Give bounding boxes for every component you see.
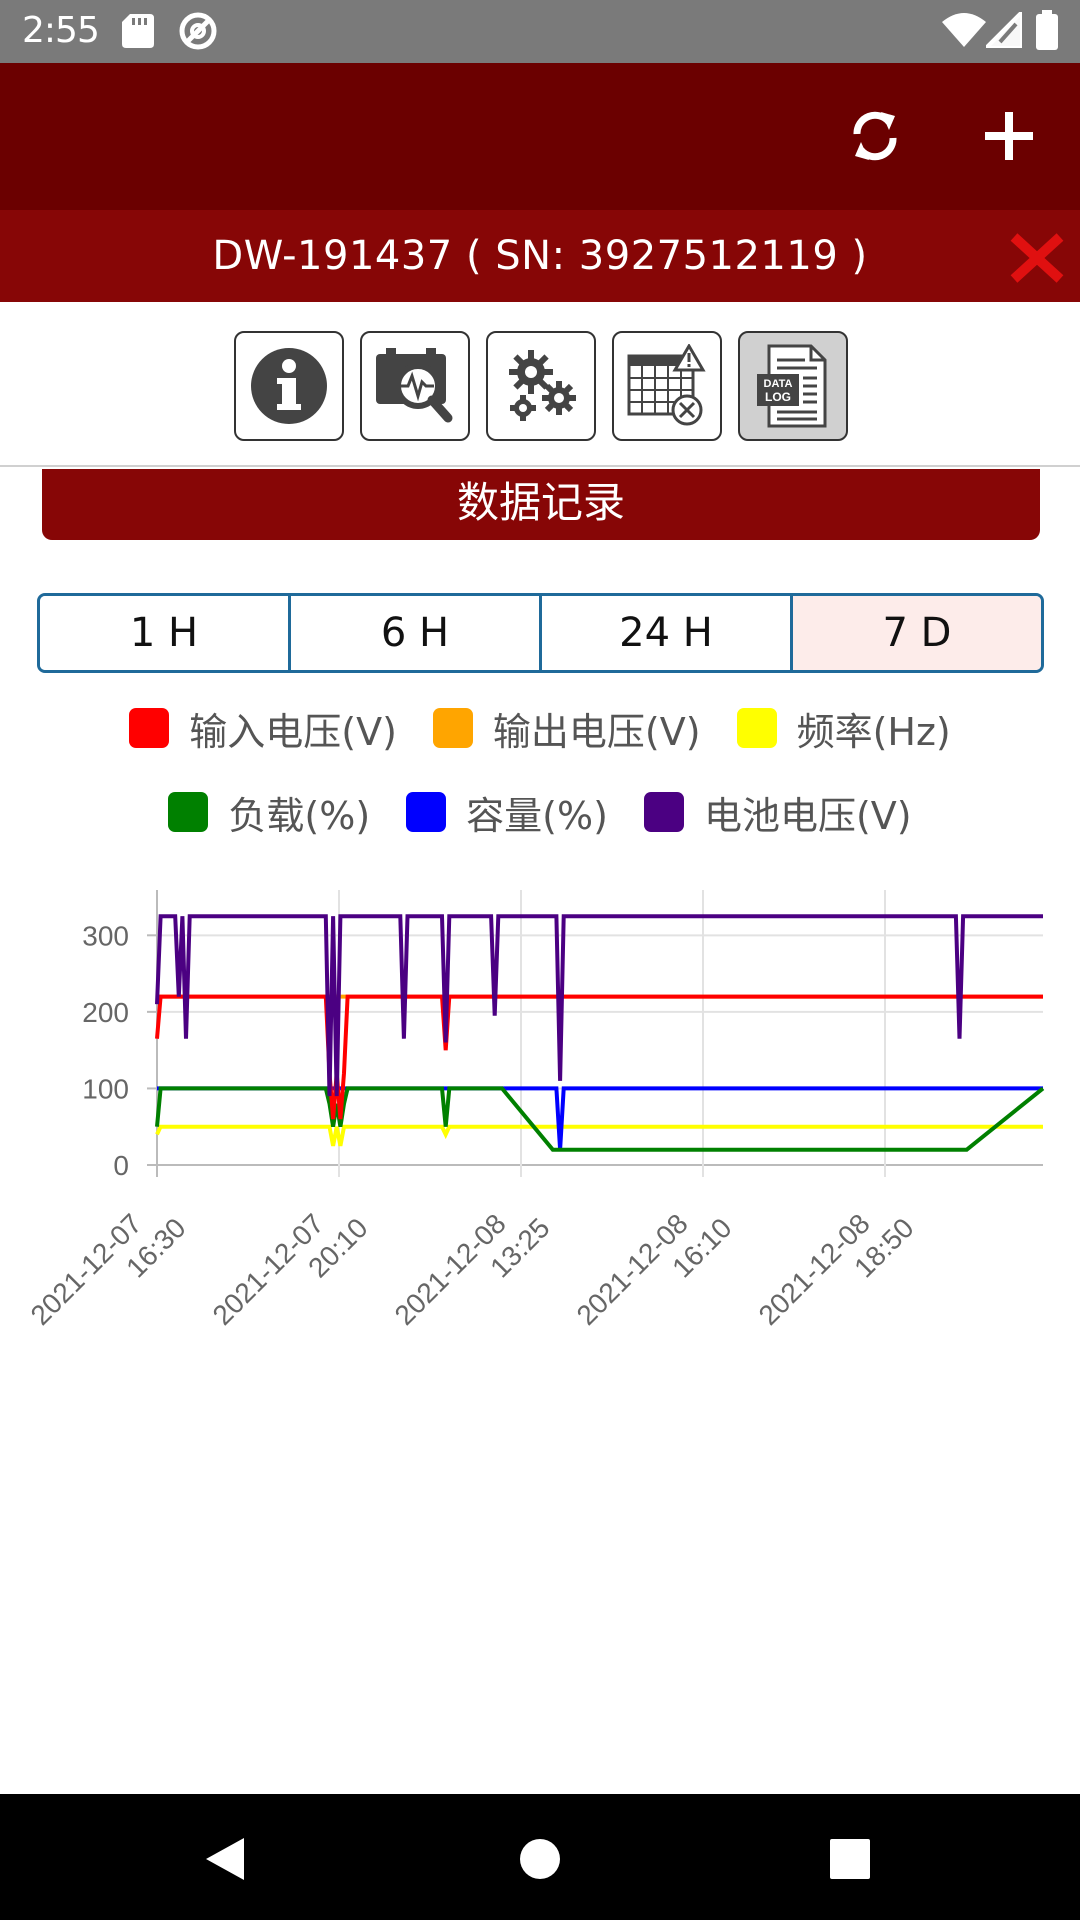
data-log-badge-line2: LOG xyxy=(765,390,791,404)
recents-button[interactable] xyxy=(815,1824,885,1894)
x-tick-label: 2021-12-0818:50 xyxy=(753,1188,920,1350)
series-line-4 xyxy=(157,1086,1043,1150)
y-tick-label: 100 xyxy=(82,1073,129,1104)
refresh-button[interactable] xyxy=(827,88,923,184)
legend-swatch xyxy=(432,708,473,748)
legend-item-output-voltage[interactable]: 输出电压(V) xyxy=(432,700,701,756)
legend-item-capacity[interactable]: 容量(%) xyxy=(406,784,608,840)
y-tick-label: 300 xyxy=(82,920,129,951)
monitor-button[interactable] xyxy=(360,331,470,441)
recents-icon xyxy=(830,1839,870,1879)
home-icon xyxy=(520,1839,560,1879)
legend-swatch xyxy=(406,792,447,832)
system-nav-bar xyxy=(0,1794,1080,1920)
schedule-button[interactable] xyxy=(612,331,722,441)
add-icon xyxy=(985,112,1033,160)
close-device-button[interactable] xyxy=(1006,230,1068,286)
info-icon xyxy=(251,348,327,424)
battery-icon xyxy=(1036,10,1058,54)
refresh-icon xyxy=(853,111,897,161)
y-tick-label: 0 xyxy=(113,1150,129,1181)
series-line-5 xyxy=(155,914,1043,1097)
home-button[interactable] xyxy=(505,1824,575,1894)
x-tick-label: 2021-12-0716:30 xyxy=(25,1188,192,1350)
settings-button[interactable] xyxy=(486,331,596,441)
tab-6h[interactable]: 6 H xyxy=(291,596,542,670)
monitor-search-icon xyxy=(376,348,453,423)
legend-item-input-voltage[interactable]: 输入电压(V) xyxy=(129,700,397,756)
chart-legend-row-2: 负载(%) 容量(%) 电池电压(V) xyxy=(0,784,1080,840)
data-log-button[interactable]: DATA LOG xyxy=(738,331,848,441)
legend-swatch xyxy=(129,708,170,748)
legend-swatch xyxy=(643,792,684,832)
status-bar: 2:55 xyxy=(0,0,1080,63)
x-tick-label: 2021-12-0813:25 xyxy=(389,1188,556,1350)
data-log-icon: DATA LOG xyxy=(757,344,827,428)
x-tick-label: 2021-12-0720:10 xyxy=(207,1188,374,1350)
chart-legend-row-1: 输入电压(V) 输出电压(V) 频率(Hz) xyxy=(0,700,1080,756)
sd-card-icon xyxy=(122,14,154,52)
schedule-calendar-icon xyxy=(627,344,706,426)
x-tick-label: 2021-12-0816:10 xyxy=(571,1188,738,1350)
series-line-2 xyxy=(155,1124,1043,1147)
wifi-icon xyxy=(942,12,986,52)
section-title: 数据记录 xyxy=(42,469,1040,540)
device-title: DW-191437 ( SN: 3927512119 ) xyxy=(212,233,868,279)
legend-label: 容量(%) xyxy=(466,793,608,838)
legend-label: 输入电压(V) xyxy=(189,709,397,754)
legend-label: 输出电压(V) xyxy=(492,709,701,754)
at-sign-icon xyxy=(178,11,218,55)
legend-item-frequency[interactable]: 频率(Hz) xyxy=(736,700,951,756)
legend-item-battery-voltage[interactable]: 电池电压(V) xyxy=(643,784,912,840)
tab-1h[interactable]: 1 H xyxy=(40,596,291,670)
legend-label: 负载(%) xyxy=(228,793,371,838)
legend-swatch xyxy=(736,708,777,748)
tool-row: DATA LOG xyxy=(0,305,1080,467)
signal-icon xyxy=(981,7,1024,52)
tab-24h[interactable]: 24 H xyxy=(542,596,793,670)
info-button[interactable] xyxy=(234,331,344,441)
device-header: DW-191437 ( SN: 3927512119 ) xyxy=(0,210,1080,302)
data-log-badge-line1: DATA xyxy=(764,378,793,390)
close-icon xyxy=(1010,233,1064,283)
range-tabs: 1 H 6 H 24 H 7 D xyxy=(37,593,1044,673)
legend-label: 电池电压(V) xyxy=(703,793,912,838)
legend-item-load[interactable]: 负载(%) xyxy=(168,784,370,840)
status-time: 2:55 xyxy=(22,10,100,51)
line-chart: 0 100 200 300 2021-12-0716:30 2021-12-0720:10… xyxy=(25,890,1045,1350)
y-tick-label: 200 xyxy=(82,997,129,1028)
add-button[interactable] xyxy=(961,88,1057,184)
legend-label: 频率(Hz) xyxy=(796,709,951,754)
tab-7d[interactable]: 7 D xyxy=(793,596,1041,670)
series-line-3 xyxy=(155,1086,1045,1152)
app-bar xyxy=(0,63,1080,210)
back-icon xyxy=(206,1838,244,1880)
legend-swatch xyxy=(168,792,209,832)
back-button[interactable] xyxy=(190,1824,260,1894)
series-line-0 xyxy=(155,994,1043,1120)
settings-gears-icon xyxy=(509,350,576,421)
